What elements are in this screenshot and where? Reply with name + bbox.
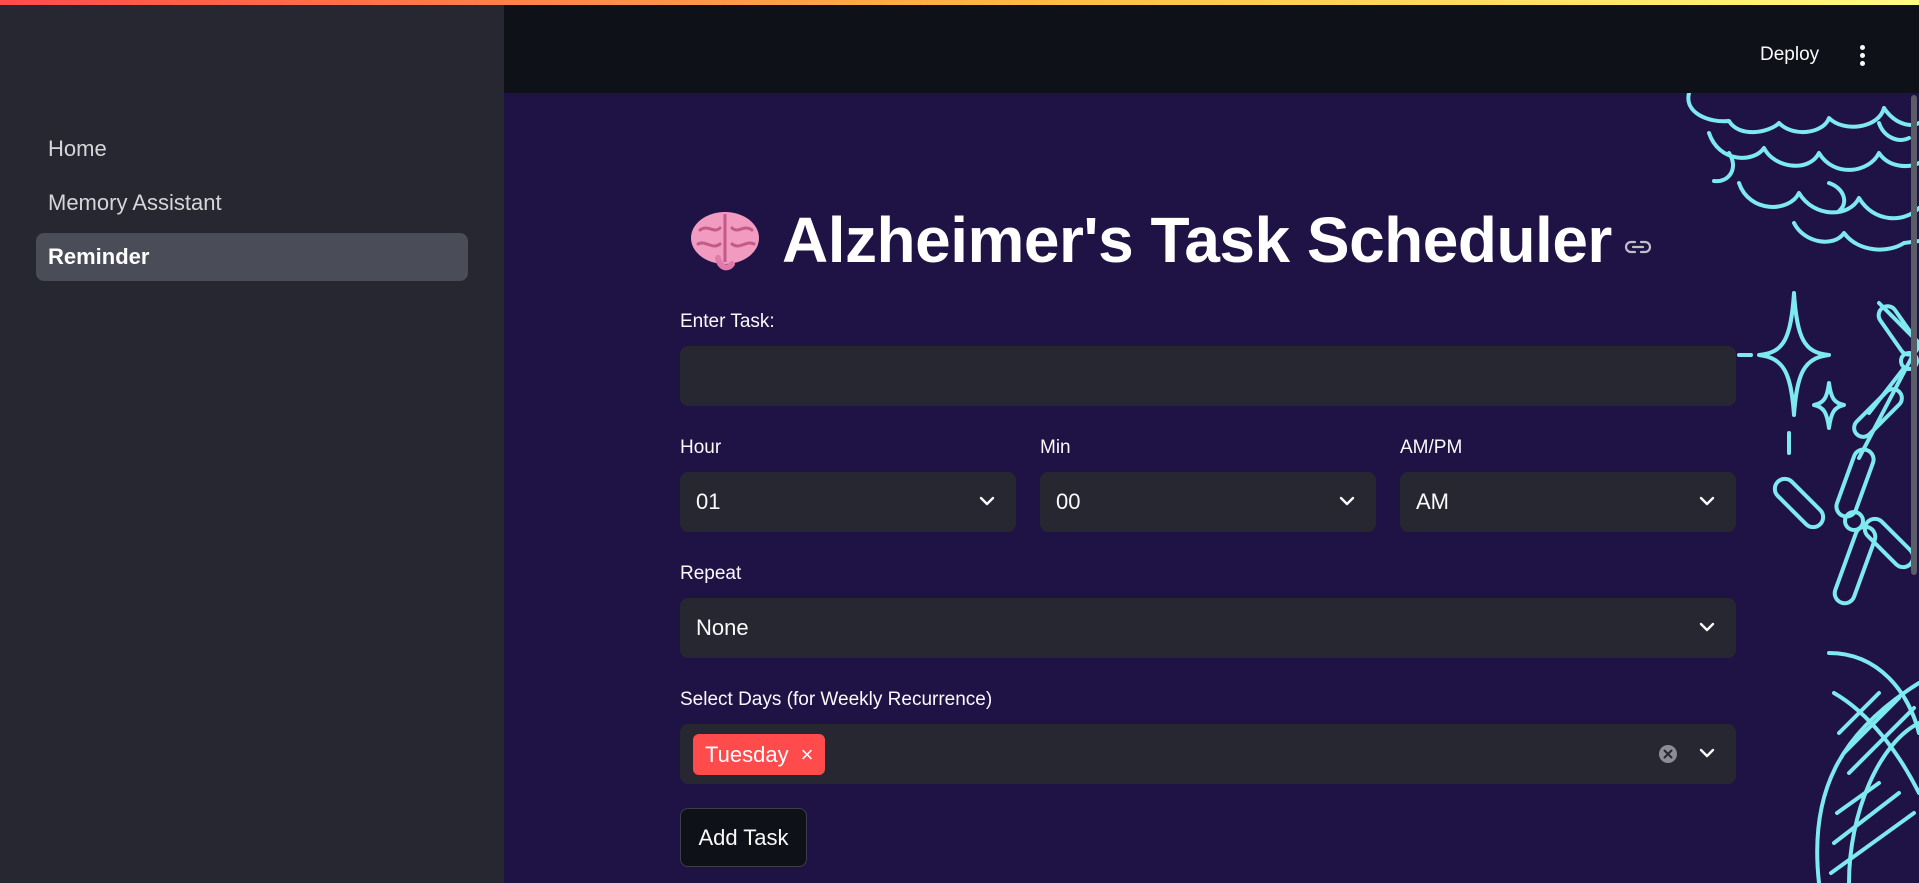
min-label: Min <box>1040 437 1071 458</box>
chevron-down-icon <box>979 496 995 506</box>
sidebar-nav: Home Memory Assistant Reminder <box>36 125 468 287</box>
hour-value: 01 <box>696 489 721 514</box>
ampm-value: AM <box>1416 489 1449 514</box>
repeat-select[interactable]: None <box>680 598 1736 658</box>
kebab-menu-icon[interactable] <box>1852 45 1872 71</box>
task-label: Enter Task: <box>680 311 775 332</box>
sidebar: Home Memory Assistant Reminder <box>0 0 504 883</box>
day-tag-tuesday: Tuesday × <box>693 734 826 775</box>
top-accent-bar <box>0 0 1919 5</box>
days-multiselect[interactable]: Tuesday × <box>680 724 1736 784</box>
chevron-down-icon <box>1699 496 1715 506</box>
brain-icon <box>691 212 759 271</box>
days-label: Select Days (for Weekly Recurrence) <box>680 689 993 710</box>
remove-tag-icon[interactable]: × <box>801 742 814 768</box>
ampm-label: AM/PM <box>1400 437 1463 458</box>
repeat-value: None <box>696 615 749 640</box>
repeat-label: Repeat <box>680 563 742 584</box>
app-header <box>504 5 1919 93</box>
deploy-button[interactable]: Deploy <box>1760 44 1819 66</box>
add-task-button[interactable]: Add Task <box>680 808 807 867</box>
scrollbar[interactable] <box>1911 95 1917 575</box>
chevron-down-icon <box>1699 622 1715 632</box>
min-value: 00 <box>1056 489 1081 514</box>
clear-all-icon[interactable] <box>1658 744 1678 764</box>
hour-select[interactable]: 01 <box>680 472 1016 532</box>
sidebar-item-reminder[interactable]: Reminder <box>36 233 468 281</box>
task-input[interactable] <box>680 346 1736 406</box>
sidebar-item-memory-assistant[interactable]: Memory Assistant <box>36 179 468 227</box>
hour-label: Hour <box>680 437 722 458</box>
chevron-down-icon <box>1699 748 1715 758</box>
day-tag-label: Tuesday <box>705 741 789 767</box>
page-header: Alzheimer's Task Scheduler <box>688 200 1652 280</box>
sidebar-item-home[interactable]: Home <box>36 125 468 173</box>
ampm-select[interactable]: AM <box>1400 472 1736 532</box>
chevron-down-icon <box>1339 496 1355 506</box>
min-select[interactable]: 00 <box>1040 472 1376 532</box>
page-title: Alzheimer's Task Scheduler <box>782 204 1612 276</box>
link-icon[interactable] <box>1624 239 1652 255</box>
